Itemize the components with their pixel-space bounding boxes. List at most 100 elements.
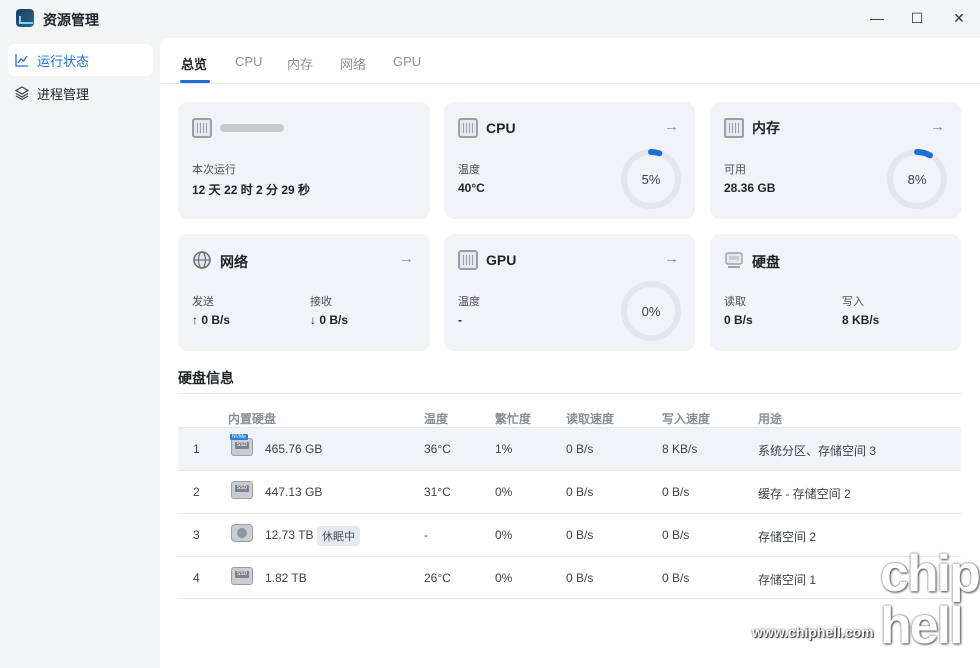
ssd-icon: SSD (231, 567, 253, 585)
line-chart-icon (15, 53, 29, 67)
network-card-header: 网络 (192, 250, 248, 273)
disk-size: 12.73 TB (265, 528, 314, 542)
tab-active-indicator (180, 80, 210, 83)
col-header-disk[interactable]: 内置硬盘 (228, 410, 276, 427)
system-card: 本次运行 12 天 22 时 2 分 29 秒 (178, 102, 430, 219)
gpu-card-title: GPU (486, 252, 517, 268)
cpu-card-title: CPU (486, 120, 516, 136)
watermark-url: www.chiphell.com (752, 624, 874, 640)
disk-usage: 系统分区、存储空间 3 (758, 444, 877, 458)
sidebar-item-processes[interactable]: 进程管理 (8, 77, 153, 109)
col-header-busy[interactable]: 繁忙度 (495, 410, 531, 427)
cpu-card[interactable]: CPU → 温度 40°C 5% (444, 102, 695, 219)
uptime-value: 12 天 22 时 2 分 29 秒 (192, 183, 311, 197)
net-send-value: ↑ 0 B/s (192, 313, 231, 327)
table-row[interactable]: 2 SSD 447.13 GB 31°C 0% 0 B/s 0 B/s 缓存 -… (178, 470, 961, 513)
disk-card-header: 硬盘 (724, 250, 780, 273)
disk-write: 0 B/s (662, 528, 690, 542)
col-header-temp[interactable]: 温度 (424, 410, 448, 427)
gpu-card[interactable]: GPU → 温度 - 0% (444, 234, 695, 351)
memory-avail-label: 可用 (724, 164, 746, 176)
disk-usage: 存储空间 1 (758, 573, 817, 587)
gpu-card-header: GPU (458, 250, 516, 270)
disk-write-value: 8 KB/s (842, 313, 880, 327)
disk-read: 0 B/s (566, 571, 594, 585)
disk-busy: 0% (495, 571, 513, 585)
tab-network[interactable]: 网络 (340, 54, 366, 73)
motherboard-icon (192, 118, 212, 138)
disk-temp: 36°C (424, 442, 451, 456)
nvme-ssd-icon: NVMe SSD (230, 434, 253, 456)
table-row[interactable]: 4 SSD 1.82 TB 26°C 0% 0 B/s 0 B/s 存储空间 1 (178, 556, 961, 599)
col-header-write[interactable]: 写入速度 (662, 410, 710, 427)
disk-temp: - (424, 528, 428, 542)
memory-card[interactable]: 内存 → 可用 28.36 GB 8% (710, 102, 961, 219)
gpu-icon (458, 250, 478, 270)
net-recv-value: ↓ 0 B/s (310, 313, 349, 327)
tab-cpu[interactable]: CPU (235, 54, 262, 69)
disk-temp: 31°C (424, 485, 451, 499)
disk-size: 465.76 GB (265, 442, 323, 456)
arrow-right-icon[interactable]: → (399, 250, 414, 267)
minimize-button[interactable]: — (862, 6, 892, 30)
disk-read: 0 B/s (566, 442, 594, 456)
col-header-read[interactable]: 读取速度 (566, 410, 614, 427)
memory-avail-value: 28.36 GB (724, 181, 776, 195)
sidebar-item-label: 进程管理 (37, 86, 90, 102)
disk-read-value: 0 B/s (724, 313, 753, 327)
disk-busy: 0% (495, 485, 513, 499)
table-row[interactable]: 1 NVMe SSD 465.76 GB 36°C 1% 0 B/s 8 KB/s… (178, 427, 961, 470)
cpu-usage-ring: 5% (620, 148, 682, 210)
col-header-usage[interactable]: 用途 (758, 410, 782, 427)
tab-overview[interactable]: 总览 (181, 54, 207, 73)
window-title: 资源管理 (43, 12, 99, 28)
gpu-temp-label: 温度 (458, 296, 480, 308)
ssd-icon: SSD (231, 481, 253, 499)
disk-write: 0 B/s (662, 571, 690, 585)
hostname-placeholder (220, 124, 284, 132)
disk-table: 内置硬盘 温度 繁忙度 读取速度 写入速度 用途 1 NVMe SSD 465.7… (178, 393, 961, 599)
disk-info-title: 硬盘信息 (178, 370, 234, 386)
arrow-right-icon[interactable]: → (664, 250, 679, 267)
disk-busy: 1% (495, 442, 513, 456)
cpu-temp-value: 40°C (458, 181, 485, 195)
row-index: 3 (193, 528, 200, 542)
memory-card-title: 内存 (752, 120, 780, 136)
uptime-label: 本次运行 (192, 164, 236, 176)
sleep-status-badge: 休眠中 (317, 526, 360, 546)
sidebar-item-status[interactable]: 运行状态 (8, 44, 153, 76)
maximize-button[interactable]: ☐ (902, 6, 932, 30)
disk-usage: 缓存 - 存储空间 2 (758, 487, 851, 501)
globe-icon (192, 250, 212, 273)
net-send-label: 发送 (192, 296, 214, 308)
close-button[interactable]: ✕ (944, 6, 974, 30)
main-panel: 总览 CPU 内存 网络 GPU 本次运行 12 天 22 时 2 分 29 秒… (160, 38, 980, 668)
title-bar: 资源管理 — ☐ ✕ (0, 0, 980, 38)
network-card-title: 网络 (220, 253, 248, 270)
tab-gpu[interactable]: GPU (393, 54, 421, 69)
memory-usage-ring: 8% (886, 148, 948, 210)
tab-memory[interactable]: 内存 (287, 54, 313, 73)
ram-icon (724, 118, 744, 138)
disk-read-label: 读取 (724, 296, 746, 308)
network-card[interactable]: 网络 → 发送 ↑ 0 B/s 接收 ↓ 0 B/s (178, 234, 430, 351)
arrow-right-icon[interactable]: → (930, 118, 945, 135)
disk-write-label: 写入 (842, 296, 864, 308)
gpu-usage-text: 0% (641, 303, 661, 319)
table-row[interactable]: 3 12.73 TB 休眠中 - 0% 0 B/s 0 B/s 存储空间 2 (178, 513, 961, 556)
row-index: 4 (193, 571, 200, 585)
disk-read: 0 B/s (566, 485, 594, 499)
disk-usage: 存储空间 2 (758, 530, 817, 544)
hard-disk-icon (724, 250, 744, 273)
system-card-header (192, 118, 284, 138)
hdd-icon (231, 524, 253, 542)
memory-card-header: 内存 (724, 118, 780, 138)
watermark-logo: chip hell (880, 545, 980, 655)
layers-icon (15, 86, 29, 100)
gpu-usage-ring: 0% (620, 280, 682, 342)
sidebar: 运行状态 进程管理 (0, 38, 160, 668)
arrow-right-icon[interactable]: → (664, 118, 679, 135)
disk-size: 447.13 GB (265, 485, 323, 499)
disk-busy: 0% (495, 528, 513, 542)
gpu-temp-value: - (458, 313, 462, 327)
